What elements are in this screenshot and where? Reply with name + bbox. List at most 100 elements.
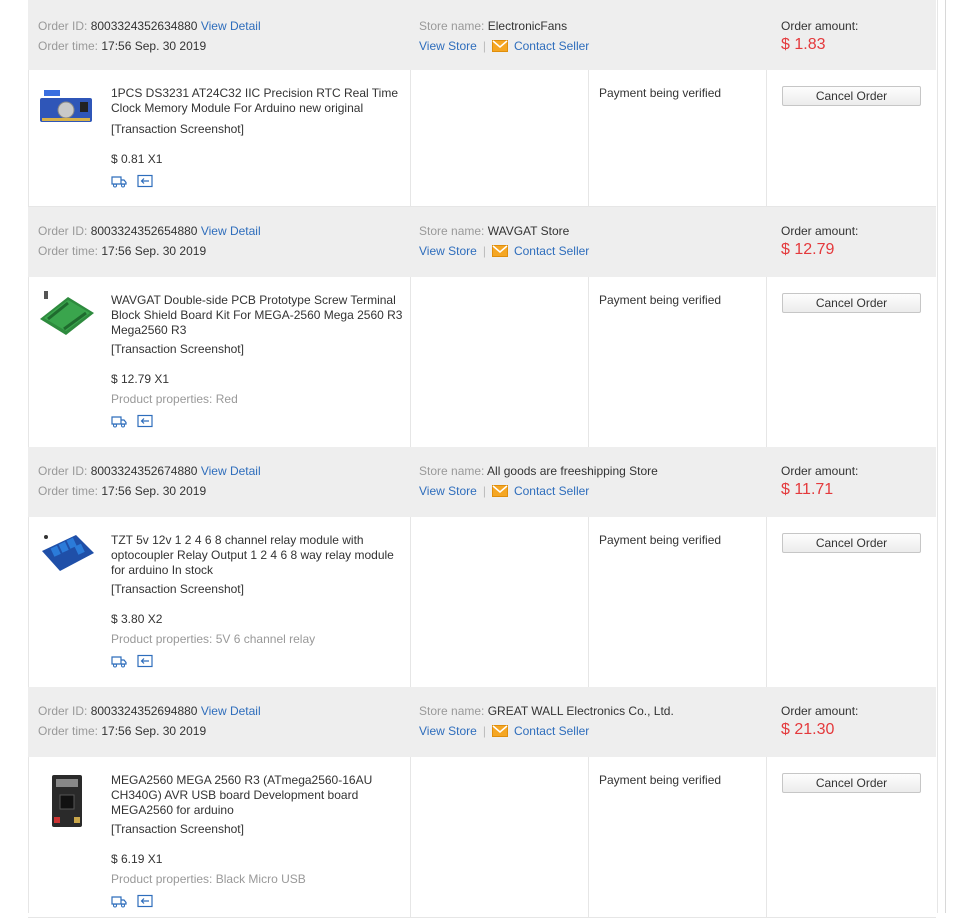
order-time-label: Order time:: [38, 484, 99, 498]
order-body: TZT 5v 12v 1 2 4 6 8 channel relay modul…: [28, 517, 936, 688]
link-separator: |: [482, 244, 486, 258]
cancel-order-button[interactable]: Cancel Order: [782, 533, 921, 553]
price-quantity: $ 3.80 X2: [111, 612, 163, 626]
transaction-screenshot-link[interactable]: [Transaction Screenshot]: [111, 581, 244, 597]
order-body: 1PCS DS3231 AT24C32 IIC Precision RTC Re…: [28, 70, 936, 207]
price-quantity: $ 12.79 X1: [111, 372, 170, 386]
cancel-order-button[interactable]: Cancel Order: [782, 773, 921, 793]
store-name-value: WAVGAT Store: [487, 224, 570, 238]
order-status: Payment being verified: [599, 773, 722, 787]
scrollbar-track[interactable]: [945, 0, 946, 913]
product-properties-label: Product properties:: [111, 632, 213, 646]
order-time-label: Order time:: [38, 244, 99, 258]
order-amount-label: Order amount:: [781, 19, 859, 33]
product-action-icons: [111, 654, 153, 671]
view-store-link[interactable]: View Store: [419, 39, 477, 53]
price-quantity: $ 0.81 X1: [111, 152, 163, 166]
product-properties-label: Product properties:: [111, 392, 213, 406]
return-icon[interactable]: [137, 894, 153, 911]
cancel-order-button[interactable]: Cancel Order: [782, 293, 921, 313]
order-amount-label: Order amount:: [781, 464, 859, 478]
rtc-module-thumbnail[interactable]: [38, 84, 96, 128]
order-header: Order ID: 8003324352674880 View Detail O…: [28, 447, 936, 517]
product-title[interactable]: MEGA2560 MEGA 2560 R3 (ATmega2560-16AU C…: [111, 773, 411, 818]
transaction-screenshot-link[interactable]: [Transaction Screenshot]: [111, 821, 244, 837]
order-id-label: Order ID:: [38, 19, 88, 33]
cancel-order-button[interactable]: Cancel Order: [782, 86, 921, 106]
view-detail-link[interactable]: View Detail: [201, 464, 261, 478]
price-quantity: $ 6.19 X1: [111, 852, 163, 866]
store-name-value: All goods are freeshipping Store: [487, 464, 658, 478]
order-id-value: 8003324352654880: [90, 224, 198, 238]
order-id-value: 8003324352674880: [90, 464, 198, 478]
order-status: Payment being verified: [599, 86, 722, 100]
column-divider: [588, 277, 589, 447]
order-body: MEGA2560 MEGA 2560 R3 (ATmega2560-16AU C…: [28, 757, 936, 918]
shipping-truck-icon[interactable]: [111, 654, 127, 671]
order-amount-value: $ 11.71: [781, 481, 834, 498]
order-amount-label: Order amount:: [781, 704, 859, 718]
product-properties: Product properties: Red: [111, 391, 238, 407]
store-name-label: Store name:: [419, 704, 485, 718]
order-id-value: 8003324352634880: [90, 19, 198, 33]
view-store-link[interactable]: View Store: [419, 484, 477, 498]
transaction-screenshot-link[interactable]: [Transaction Screenshot]: [111, 121, 244, 137]
product-title[interactable]: WAVGAT Double-side PCB Prototype Screw T…: [111, 293, 411, 338]
contact-seller-link[interactable]: Contact Seller: [514, 244, 589, 258]
order-amount-value: $ 1.83: [781, 36, 826, 53]
column-divider: [588, 70, 589, 206]
view-detail-link[interactable]: View Detail: [201, 224, 261, 238]
return-icon[interactable]: [137, 654, 153, 671]
order-time-value: 17:56 Sep. 30 2019: [101, 724, 207, 738]
order-amount-label: Order amount:: [781, 224, 859, 238]
product-title[interactable]: 1PCS DS3231 AT24C32 IIC Precision RTC Re…: [111, 86, 411, 116]
view-detail-link[interactable]: View Detail: [201, 19, 261, 33]
view-store-link[interactable]: View Store: [419, 244, 477, 258]
product-properties-value: Black Micro USB: [215, 872, 306, 886]
return-icon[interactable]: [137, 414, 153, 431]
contact-seller-link[interactable]: Contact Seller: [514, 724, 589, 738]
column-divider: [588, 757, 589, 917]
shipping-truck-icon[interactable]: [111, 414, 127, 431]
column-divider: [766, 277, 767, 447]
product-properties-label: Product properties:: [111, 872, 213, 886]
order-time-label: Order time:: [38, 724, 99, 738]
link-separator: |: [482, 724, 486, 738]
link-separator: |: [482, 39, 486, 53]
order-id-label: Order ID:: [38, 464, 88, 478]
order-header: Order ID: 8003324352654880 View Detail O…: [28, 207, 936, 277]
return-icon[interactable]: [137, 174, 153, 191]
view-detail-link[interactable]: View Detail: [201, 704, 261, 718]
product-properties-value: 5V 6 channel relay: [215, 632, 316, 646]
order-header: Order ID: 8003324352634880 View Detail O…: [28, 0, 936, 70]
order-time-value: 17:56 Sep. 30 2019: [101, 39, 207, 53]
order-id-label: Order ID:: [38, 224, 88, 238]
product-properties-value: Red: [215, 392, 238, 406]
mega2560-board-thumbnail[interactable]: [38, 773, 96, 827]
envelope-icon: [491, 483, 508, 503]
view-store-link[interactable]: View Store: [419, 724, 477, 738]
shipping-truck-icon[interactable]: [111, 894, 127, 911]
column-divider: [766, 757, 767, 917]
order-amount-value: $ 21.30: [781, 721, 835, 738]
order-amount-value: $ 12.79: [781, 241, 835, 258]
screw-shield-thumbnail[interactable]: [38, 291, 96, 335]
store-name-label: Store name:: [419, 19, 485, 33]
order-header: Order ID: 8003324352694880 View Detail O…: [28, 687, 936, 757]
contact-seller-link[interactable]: Contact Seller: [514, 39, 589, 53]
envelope-icon: [491, 243, 508, 263]
shipping-truck-icon[interactable]: [111, 174, 127, 191]
transaction-screenshot-link[interactable]: [Transaction Screenshot]: [111, 341, 244, 357]
order-body: WAVGAT Double-side PCB Prototype Screw T…: [28, 277, 936, 448]
order-id-value: 8003324352694880: [90, 704, 198, 718]
contact-seller-link[interactable]: Contact Seller: [514, 484, 589, 498]
order-id-label: Order ID:: [38, 704, 88, 718]
column-divider: [766, 517, 767, 687]
relay-module-thumbnail[interactable]: [38, 531, 96, 575]
product-title[interactable]: TZT 5v 12v 1 2 4 6 8 channel relay modul…: [111, 533, 411, 578]
envelope-icon: [491, 723, 508, 743]
envelope-icon: [491, 38, 508, 58]
product-action-icons: [111, 414, 153, 431]
store-name-label: Store name:: [419, 464, 485, 478]
store-name-value: GREAT WALL Electronics Co., Ltd.: [487, 704, 674, 718]
